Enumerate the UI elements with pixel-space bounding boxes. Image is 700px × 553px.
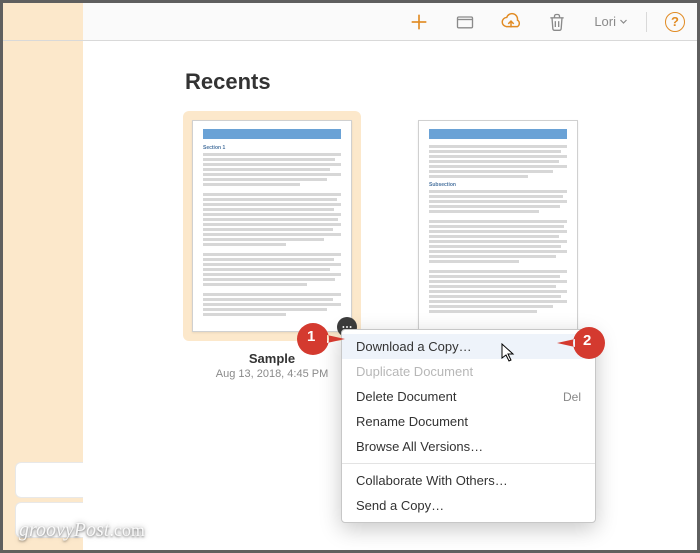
folder-icon[interactable]: [454, 11, 476, 33]
chevron-down-icon: [619, 17, 628, 26]
menu-item-rename[interactable]: Rename Document: [342, 409, 595, 434]
section-title: Recents: [185, 69, 677, 95]
menu-item-send-copy[interactable]: Send a Copy…: [342, 493, 595, 518]
user-menu[interactable]: Lori ?: [594, 12, 685, 32]
document-thumbnail: Section 1: [192, 120, 352, 332]
menu-item-download-copy[interactable]: Download a Copy…: [342, 334, 595, 359]
menu-separator: [342, 463, 595, 464]
document-name: Sample: [216, 351, 329, 366]
menu-item-label: Download a Copy…: [356, 339, 472, 354]
sidebar: [3, 41, 83, 550]
menu-item-label: Browse All Versions…: [356, 439, 483, 454]
menu-item-label: Collaborate With Others…: [356, 473, 508, 488]
menu-item-label: Delete Document: [356, 389, 456, 404]
add-icon[interactable]: [408, 11, 430, 33]
menu-item-browse-versions[interactable]: Browse All Versions…: [342, 434, 595, 459]
document-thumbnail-wrap: Subsection: [409, 111, 587, 341]
menu-shortcut: Del: [563, 390, 581, 404]
document-thumbnail: Subsection: [418, 120, 578, 332]
sidebar-item[interactable]: [15, 462, 83, 498]
sidebar-header-stub: [3, 3, 83, 40]
toolbar-divider: [646, 12, 647, 32]
document-thumbnail-wrap: Section 1: [183, 111, 361, 341]
document-tile[interactable]: Section 1 Sample Aug 13,: [183, 111, 361, 380]
toolbar: Lori ?: [3, 3, 697, 41]
upload-cloud-icon[interactable]: [500, 11, 522, 33]
context-menu: Download a Copy… Duplicate Document Dele…: [341, 329, 596, 523]
menu-item-label: Duplicate Document: [356, 364, 473, 379]
document-tile[interactable]: Subsection PM: [409, 111, 587, 365]
menu-item-duplicate: Duplicate Document: [342, 359, 595, 384]
menu-item-collaborate[interactable]: Collaborate With Others…: [342, 468, 595, 493]
document-label: Sample Aug 13, 2018, 4:45 PM: [216, 351, 329, 380]
menu-item-delete[interactable]: Delete Document Del: [342, 384, 595, 409]
sidebar-item[interactable]: [15, 502, 83, 538]
trash-icon[interactable]: [546, 11, 568, 33]
menu-item-label: Send a Copy…: [356, 498, 444, 513]
document-date: Aug 13, 2018, 4:45 PM: [216, 368, 329, 380]
menu-item-label: Rename Document: [356, 414, 468, 429]
user-name-label: Lori: [594, 14, 628, 29]
help-icon[interactable]: ?: [665, 12, 685, 32]
toolbar-actions: [408, 11, 568, 33]
